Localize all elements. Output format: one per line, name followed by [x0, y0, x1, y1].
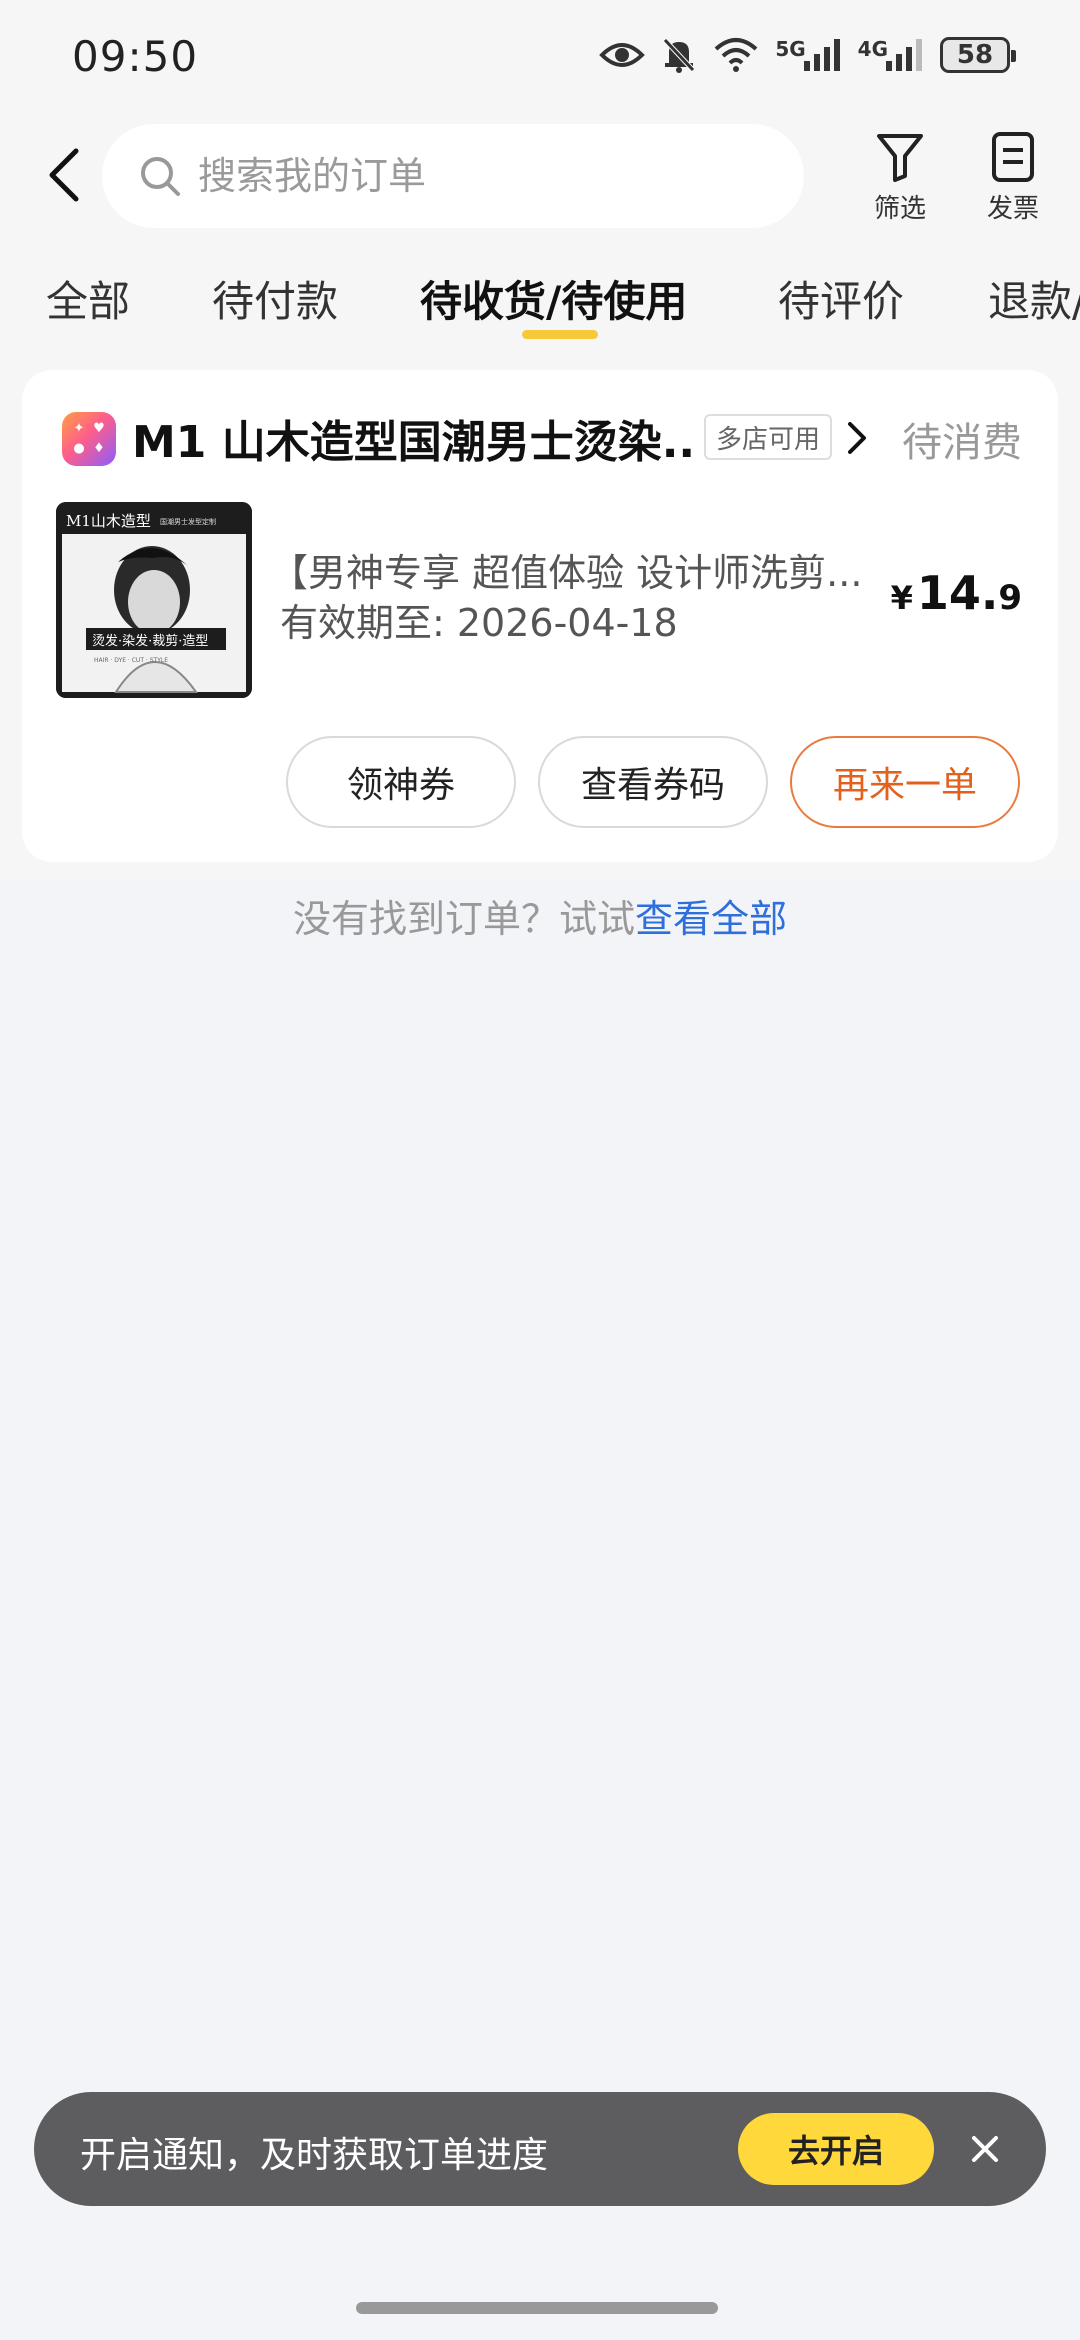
image-service-en: HAIR · DYE · CUT · STYLE	[94, 657, 168, 664]
wifi-icon	[713, 37, 759, 73]
chevron-right-icon[interactable]	[844, 418, 870, 458]
tab-pending-payment[interactable]: 待付款	[212, 268, 338, 329]
bell-muted-icon	[661, 36, 697, 74]
product-image[interactable]: M1山木造型 国潮男士发型定制 烫发·染发·裁剪·造型 HAIR · DYE ·…	[56, 502, 252, 698]
signal-4g-icon: 4G	[858, 37, 924, 73]
order-price: ¥ 14. 9	[891, 566, 1022, 620]
logo-glyph-4: ♦	[93, 441, 105, 456]
not-found-hint: 没有找到订单？试试查看全部	[0, 888, 1080, 943]
tab-pending-review[interactable]: 待评价	[778, 268, 904, 329]
order-status: 待消费	[902, 420, 1022, 466]
price-currency: ¥	[890, 579, 913, 617]
tab-active-indicator	[522, 330, 598, 339]
filter-label: 筛选	[873, 194, 926, 224]
battery-level: 58	[940, 37, 1016, 73]
notification-text: 开启通知，及时获取订单进度	[80, 2135, 549, 2176]
price-integer: 14.	[916, 566, 999, 620]
shop-name[interactable]: M1 山木造型国潮男士烫染..	[132, 406, 692, 470]
enable-notification-button[interactable]: 去开启	[738, 2113, 934, 2185]
view-all-link[interactable]: 查看全部	[635, 897, 787, 941]
logo-glyph-2: ♥	[93, 421, 105, 436]
back-button[interactable]	[36, 140, 92, 210]
battery-icon: 58	[940, 37, 1016, 73]
product-title[interactable]: 【男神专享 超值体验 设计师洗剪...	[270, 542, 890, 597]
view-code-button[interactable]: 查看券码	[538, 736, 768, 828]
shop-logo: ✦ ♥ ● ♦	[62, 412, 116, 466]
tab-all[interactable]: 全部	[46, 268, 130, 329]
filter-icon	[877, 134, 923, 182]
close-icon[interactable]	[964, 2128, 1006, 2170]
invoice-button[interactable]: 发票	[968, 130, 1058, 230]
get-coupon-button[interactable]: 领神券	[286, 736, 516, 828]
chevron-left-icon	[49, 148, 79, 202]
logo-glyph-1: ✦	[73, 421, 85, 436]
invoice-icon	[992, 132, 1034, 182]
reorder-button[interactable]: 再来一单	[790, 736, 1020, 828]
image-brand-text: M1山木造型	[66, 512, 151, 530]
image-service-text: 烫发·染发·裁剪·造型	[92, 633, 208, 649]
status-icons: 5G 4G 58	[599, 36, 1016, 74]
search-box[interactable]	[102, 124, 804, 228]
tab-refund[interactable]: 退款/	[988, 268, 1080, 329]
status-time: 09:50	[72, 32, 199, 81]
order-card[interactable]: ✦ ♥ ● ♦ M1 山木造型国潮男士烫染.. 多店可用 待消费 M1山木造型 …	[22, 370, 1058, 862]
not-found-text: 没有找到订单？试试	[292, 897, 635, 941]
notification-banner: 开启通知，及时获取订单进度 去开启	[34, 2092, 1046, 2206]
multi-store-badge: 多店可用	[704, 414, 833, 460]
signal-5g-icon: 5G	[775, 37, 841, 73]
search-input[interactable]	[198, 154, 758, 198]
product-validity: 有效期至: 2026-04-18	[280, 601, 678, 645]
product-image-art: M1山木造型 国潮男士发型定制 烫发·染发·裁剪·造型 HAIR · DYE ·…	[56, 502, 252, 698]
image-sub-text: 国潮男士发型定制	[160, 517, 216, 526]
home-indicator[interactable]	[356, 2302, 718, 2314]
eye-icon	[599, 40, 646, 70]
invoice-label: 发票	[986, 194, 1039, 224]
status-bar: 09:50 5G 4G 58	[0, 0, 1080, 120]
logo-glyph-3: ●	[73, 441, 85, 456]
search-icon	[141, 157, 180, 196]
tab-pending-receipt[interactable]: 待收货/待使用	[420, 268, 687, 329]
price-decimal: 9	[998, 578, 1022, 618]
filter-button[interactable]: 筛选	[855, 130, 945, 230]
